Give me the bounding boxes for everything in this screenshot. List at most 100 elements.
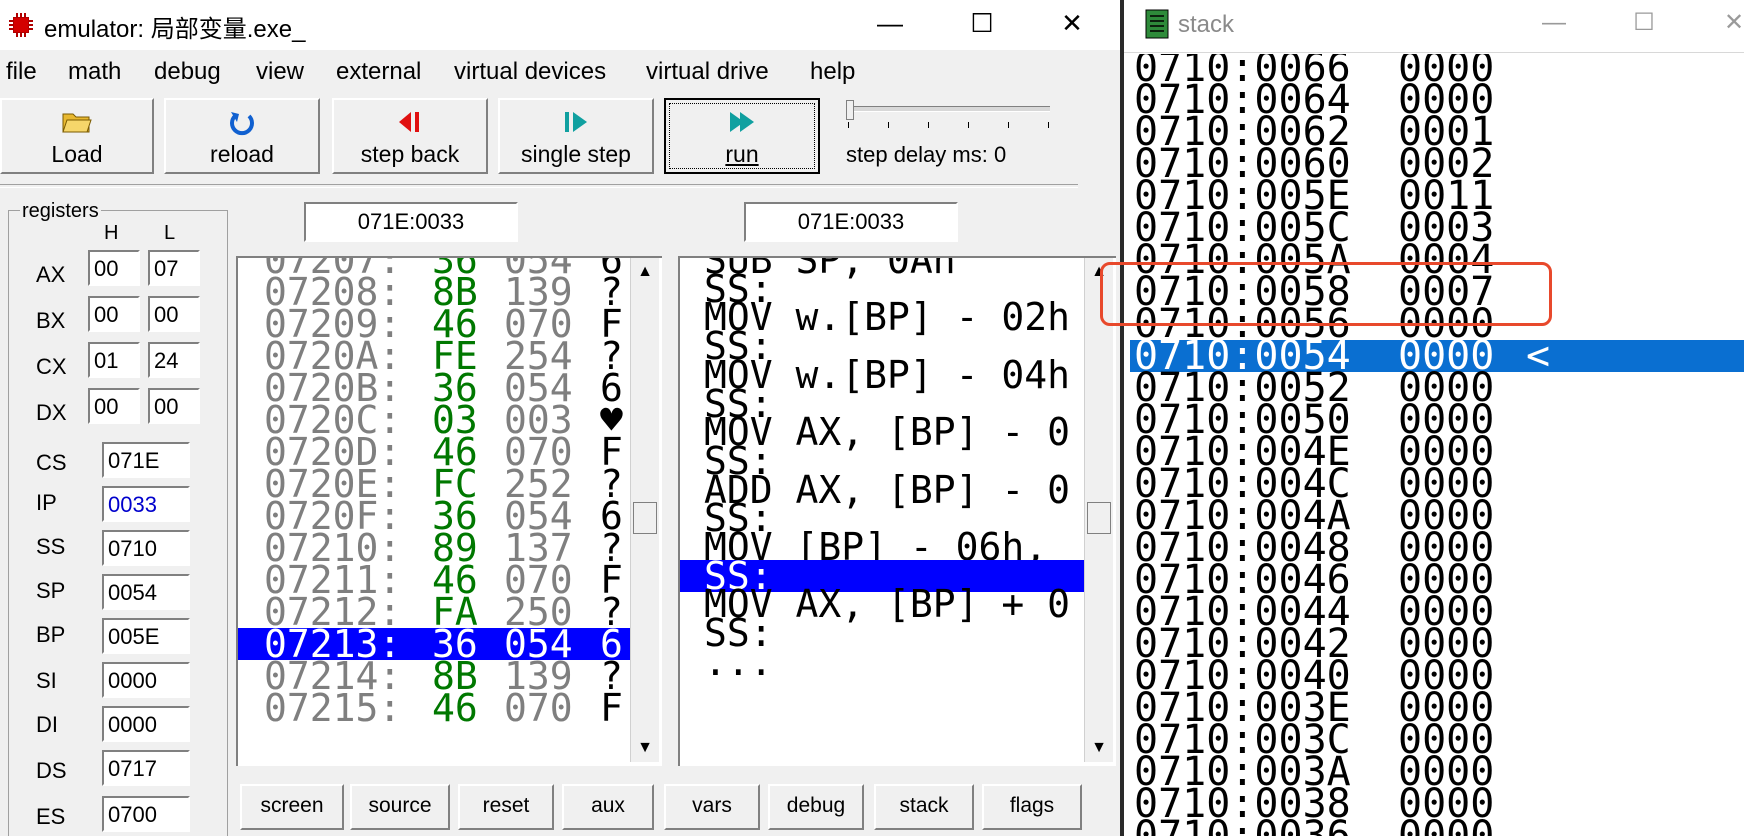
memory-list[interactable]: 07207: 36 054 6 07208: 8B 139? 07209: 46 070 F 0720… xyxy=(236,256,662,766)
flags-button[interactable]: flags xyxy=(982,784,1082,830)
reg-label-di: DI xyxy=(36,712,58,737)
slider-thumb[interactable] xyxy=(846,100,854,120)
scroll-down-arrow[interactable]: ▼ xyxy=(631,734,659,762)
reset-button[interactable]: reset xyxy=(458,784,554,830)
menu-bar: file math debug view external virtual de… xyxy=(0,54,1120,94)
si-field[interactable]: 0000 xyxy=(102,662,190,698)
title-bar[interactable]: emulator: 局部变量.exe_ — ☐ ✕ xyxy=(0,0,1120,50)
debug-button[interactable]: debug xyxy=(768,784,864,830)
reg-label-ip: IP xyxy=(36,490,57,515)
menu-virtual-devices[interactable]: virtual devices xyxy=(454,58,606,86)
vars-button[interactable]: vars xyxy=(664,784,760,830)
emulator-window: emulator: 局部变量.exe_ — ☐ ✕ file math debu… xyxy=(0,0,1120,836)
disasm-address-input[interactable]: 071E:0033 xyxy=(744,202,958,242)
highlight-annotation xyxy=(1100,262,1552,326)
step-delay-label: step delay ms: 0 xyxy=(846,142,1007,167)
single-step-button[interactable]: single step xyxy=(498,98,654,174)
ds-field[interactable]: 0717 xyxy=(102,750,190,786)
folder-open-icon xyxy=(2,108,152,141)
ah-field[interactable]: 00 xyxy=(88,250,140,286)
memory-hex: 46 xyxy=(432,686,478,730)
bh-field[interactable]: 00 xyxy=(88,296,140,332)
disassembly-scrollbar[interactable]: ▲ ▼ xyxy=(1084,258,1113,762)
reg-label-ss: SS xyxy=(36,534,66,559)
scroll-up-arrow[interactable]: ▲ xyxy=(631,258,659,286)
menu-help[interactable]: help xyxy=(810,58,855,86)
ip-field[interactable]: 0033 xyxy=(102,486,190,522)
es-field[interactable]: 0700 xyxy=(102,796,190,832)
step-back-button[interactable]: step back xyxy=(332,98,488,174)
memory-dec: 070 xyxy=(504,686,573,730)
menu-virtual-drive[interactable]: virtual drive xyxy=(646,58,769,86)
memory-scrollbar[interactable]: ▲ ▼ xyxy=(630,258,659,762)
menu-file[interactable]: file xyxy=(6,58,37,86)
reg-label-ax: AX xyxy=(36,262,66,287)
sp-field[interactable]: 0054 xyxy=(102,574,190,610)
ch-field[interactable]: 01 xyxy=(88,342,140,378)
dh-field[interactable]: 00 xyxy=(88,388,140,424)
scroll-thumb[interactable] xyxy=(633,502,657,534)
di-field[interactable]: 0000 xyxy=(102,706,190,742)
stack-list[interactable]: 0710:0066 0000 0710:0064 0000 0710:0062 0001 0… xyxy=(1130,54,1744,836)
reg-label-dx: DX xyxy=(36,400,67,425)
slider-tick xyxy=(968,122,969,128)
instruction-text: ... xyxy=(704,639,773,684)
reload-button[interactable]: reload xyxy=(164,98,320,174)
stack-window-title: stack xyxy=(1178,11,1235,38)
window-title: emulator: 局部变量.exe_ xyxy=(44,16,306,43)
registers-legend: registers xyxy=(20,200,101,223)
memory-row[interactable]: 07215: 46 070 F xyxy=(238,686,630,730)
reg-label-bp: BP xyxy=(36,622,66,647)
ss-field[interactable]: 0710 xyxy=(102,530,190,566)
menu-view[interactable]: view xyxy=(256,58,304,86)
stack-row[interactable]: 0710:0036 0000 xyxy=(1130,813,1744,836)
reg-label-cs: CS xyxy=(36,450,67,475)
reload-icon xyxy=(166,108,318,143)
maximize-button[interactable]: ☐ xyxy=(954,0,1010,46)
close-button[interactable]: ✕ xyxy=(1044,0,1100,46)
cs-field[interactable]: 071E xyxy=(102,442,190,478)
bp-field[interactable]: 005E xyxy=(102,618,190,654)
step-back-icon xyxy=(334,108,486,143)
menu-external[interactable]: external xyxy=(336,58,421,86)
scroll-down-arrow[interactable]: ▼ xyxy=(1085,734,1113,762)
chip-icon xyxy=(9,13,33,37)
memory-address: 07215: xyxy=(264,686,402,730)
slider-tick xyxy=(1008,122,1009,128)
stack-pointer-marker: < xyxy=(1526,333,1551,379)
l-header: L xyxy=(164,222,176,244)
disassembly-list[interactable]: SUB SP, 0Ah SS: MOV w.[BP] - 02h SS: MOV w.[… xyxy=(678,256,1116,766)
screen-button[interactable]: screen xyxy=(240,784,344,830)
memory-address-input[interactable]: 071E:0033 xyxy=(304,202,518,242)
slider-tick xyxy=(848,122,849,128)
bl-field[interactable]: 00 xyxy=(148,296,200,332)
menu-debug[interactable]: debug xyxy=(154,58,221,86)
run-button[interactable]: run xyxy=(664,98,820,174)
disassembly-row[interactable]: ... xyxy=(680,639,1088,684)
al-field[interactable]: 07 xyxy=(148,250,200,286)
run-icon xyxy=(666,108,818,143)
stack-maximize-button[interactable]: ☐ xyxy=(1614,0,1674,46)
toolbar-separator xyxy=(0,184,1078,188)
load-button[interactable]: Load xyxy=(0,98,154,174)
reg-label-ds: DS xyxy=(36,758,67,783)
dl-field[interactable]: 00 xyxy=(148,388,200,424)
reg-label-cx: CX xyxy=(36,354,67,379)
aux-button[interactable]: aux xyxy=(562,784,654,830)
reg-label-es: ES xyxy=(36,804,66,829)
menu-math[interactable]: math xyxy=(68,58,121,86)
cl-field[interactable]: 24 xyxy=(148,342,200,378)
stack-title-bar[interactable]: stack — ☐ ✕ xyxy=(1124,0,1744,53)
stack-minimize-button[interactable]: — xyxy=(1524,0,1584,46)
slider-tick xyxy=(1048,122,1049,128)
minimize-button[interactable]: — xyxy=(862,0,918,46)
slider-tick xyxy=(888,122,889,128)
reg-label-sp: SP xyxy=(36,578,66,603)
stack-value: 0000 xyxy=(1398,813,1495,836)
scroll-thumb[interactable] xyxy=(1087,502,1111,534)
memory-char: F xyxy=(600,686,623,730)
reg-label-bx: BX xyxy=(36,308,66,333)
stack-button[interactable]: stack xyxy=(874,784,974,830)
stack-close-button[interactable]: ✕ xyxy=(1704,0,1744,46)
source-button[interactable]: source xyxy=(350,784,450,830)
